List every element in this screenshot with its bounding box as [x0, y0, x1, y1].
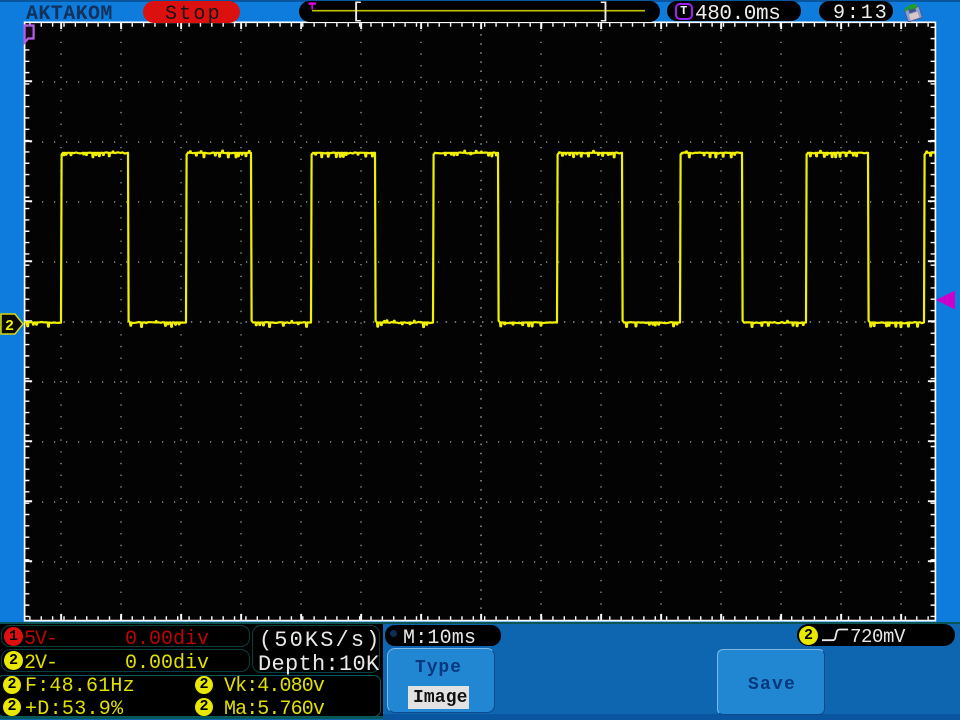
svg-text:2: 2 [5, 318, 14, 335]
